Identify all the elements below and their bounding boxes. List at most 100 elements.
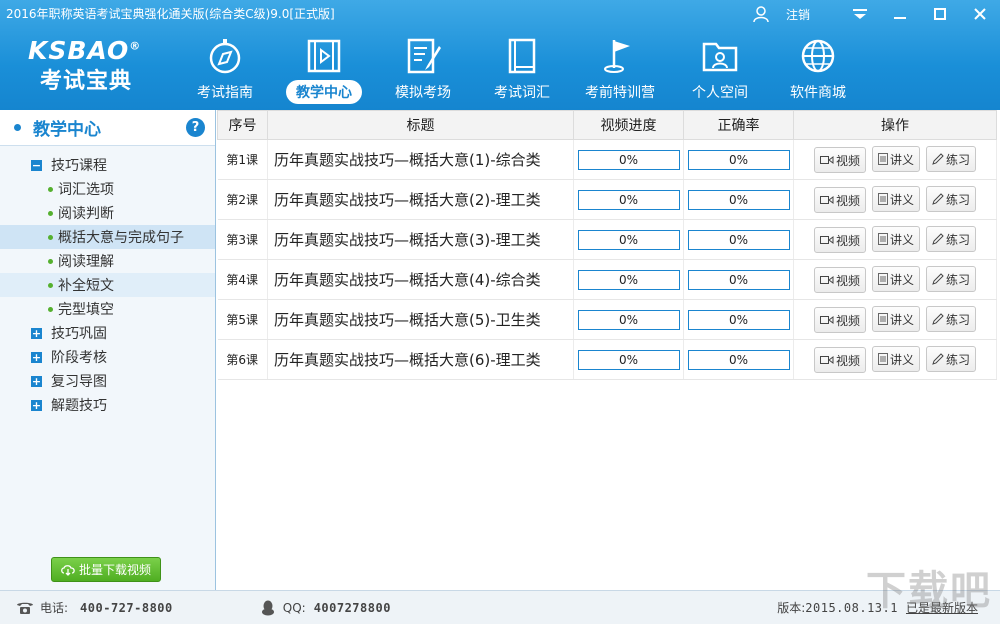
expand-icon[interactable]: + [31, 375, 42, 387]
practice-button[interactable]: 练习 [926, 186, 977, 212]
practice-button[interactable]: 练习 [926, 146, 977, 172]
registered-mark: ® [129, 39, 142, 53]
maximize-button[interactable] [920, 0, 960, 28]
sidebar-group-solving-skills[interactable]: + 解题技巧 [0, 393, 215, 417]
logo-subtitle: 考试宝典 [40, 69, 133, 94]
video-progress-bar: 0% [577, 229, 680, 250]
notes-button[interactable]: 讲义 [871, 266, 920, 292]
video-button[interactable]: 视频 [813, 307, 866, 333]
batch-download-button[interactable]: 批量下载视频 [51, 557, 161, 582]
flag-icon [604, 40, 630, 73]
item-label: 完型填空 [58, 302, 114, 318]
notes-button-label: 讲义 [889, 232, 914, 247]
sidebar-group-skill-courses[interactable]: − 技巧课程 [0, 153, 215, 177]
practice-button-label: 练习 [946, 232, 971, 247]
sidebar-item-reading-judgment[interactable]: 阅读判断 [0, 201, 215, 225]
notes-button[interactable]: 讲义 [871, 346, 920, 372]
notes-button[interactable]: 讲义 [871, 226, 920, 252]
expand-icon[interactable]: + [31, 327, 42, 339]
action-cell: 视频 讲义 练习 [793, 219, 997, 260]
practice-button[interactable]: 练习 [926, 266, 977, 292]
lesson-table-panel: 序号 标题 视频进度 正确率 操作 第1课 历年真题实战技巧—概括大意(1)-综合… [217, 110, 1000, 590]
nav-label: 考前特训营 [585, 85, 655, 101]
expand-icon[interactable]: + [31, 351, 42, 363]
col-header-accuracy: 正确率 [683, 110, 794, 140]
lesson-number: 第4课 [217, 259, 268, 300]
col-header-title: 标题 [267, 110, 574, 140]
user-icon[interactable] [750, 3, 772, 25]
sidebar-header: 教学中心 ? [0, 110, 215, 146]
sidebar-item-cloze[interactable]: 完型填空 [0, 297, 215, 321]
bullet-icon [48, 210, 53, 216]
compass-icon [209, 39, 241, 74]
document-icon [877, 273, 888, 285]
bullet-icon [48, 258, 53, 264]
nav-teaching-center[interactable]: 教学中心 [274, 36, 374, 106]
sidebar-group-stage-assessment[interactable]: + 阶段考核 [0, 345, 215, 369]
table-row: 第3课 历年真题实战技巧—概括大意(3)-理工类 0% 0% 视频 讲义 练习 [217, 219, 997, 260]
nav-mock-exam[interactable]: 模拟考场 [373, 36, 473, 106]
video-button[interactable]: 视频 [813, 147, 866, 173]
sidebar-group-skill-consolidation[interactable]: + 技巧巩固 [0, 321, 215, 345]
practice-button[interactable]: 练习 [926, 226, 977, 252]
minimize-button[interactable] [880, 0, 920, 28]
video-button[interactable]: 视频 [813, 347, 866, 373]
action-cell: 视频 讲义 练习 [793, 339, 997, 380]
expand-icon[interactable]: + [31, 399, 42, 411]
lesson-title[interactable]: 历年真题实战技巧—概括大意(5)-卫生类 [267, 299, 574, 340]
video-button[interactable]: 视频 [813, 227, 866, 253]
menu-dropdown-icon[interactable] [840, 0, 880, 28]
sidebar-item-reading-comprehension[interactable]: 阅读理解 [0, 249, 215, 273]
nav-software-mall[interactable]: 软件商城 [768, 36, 868, 106]
window-controls: 注销 [750, 0, 1000, 28]
sidebar-item-fill-passage[interactable]: 补全短文 [0, 273, 215, 297]
notes-button[interactable]: 讲义 [871, 146, 920, 172]
video-button[interactable]: 视频 [813, 187, 866, 213]
nav-personal-space[interactable]: 个人空间 [670, 36, 770, 106]
qq-number: 4007278800 [313, 600, 391, 615]
lesson-title[interactable]: 历年真题实战技巧—概括大意(2)-理工类 [267, 179, 574, 220]
group-label: 技巧巩固 [51, 326, 107, 342]
pencil-icon [932, 313, 944, 325]
help-icon[interactable]: ? [186, 118, 205, 137]
video-button-label: 视频 [835, 353, 860, 368]
sidebar-item-vocabulary[interactable]: 词汇选项 [0, 177, 215, 201]
nav-label: 模拟考场 [395, 85, 451, 101]
cloud-download-icon [61, 564, 75, 576]
sidebar-item-summarize[interactable]: 概括大意与完成句子 [0, 225, 215, 249]
practice-button-label: 练习 [946, 312, 971, 327]
table-row: 第5课 历年真题实战技巧—概括大意(5)-卫生类 0% 0% 视频 讲义 练习 [217, 299, 997, 340]
table-row: 第6课 历年真题实战技巧—概括大意(6)-理工类 0% 0% 视频 讲义 练习 [217, 339, 997, 380]
video-button-label: 视频 [835, 273, 860, 288]
notes-button[interactable]: 讲义 [871, 186, 920, 212]
practice-button-label: 练习 [946, 272, 971, 287]
collapse-icon[interactable]: − [31, 159, 42, 171]
video-button[interactable]: 视频 [813, 267, 866, 293]
nav-training-camp[interactable]: 考前特训营 [570, 36, 670, 106]
version-label: 版本: [777, 601, 806, 615]
folder-user-icon [702, 42, 738, 72]
nav-label: 软件商城 [790, 85, 846, 101]
nav-exam-guide[interactable]: 考试指南 [175, 36, 275, 106]
logout-link[interactable]: 注销 [786, 6, 810, 23]
lesson-title[interactable]: 历年真题实战技巧—概括大意(6)-理工类 [267, 339, 574, 380]
practice-button[interactable]: 练习 [926, 306, 977, 332]
practice-button[interactable]: 练习 [926, 346, 977, 372]
lesson-title[interactable]: 历年真题实战技巧—概括大意(4)-综合类 [267, 259, 574, 300]
action-cell: 视频 讲义 练习 [793, 299, 997, 340]
bullet-icon [48, 186, 53, 192]
nav-vocabulary[interactable]: 考试词汇 [472, 36, 572, 106]
lesson-title[interactable]: 历年真题实战技巧—概括大意(1)-综合类 [267, 139, 574, 180]
practice-button-label: 练习 [946, 152, 971, 167]
close-button[interactable] [960, 0, 1000, 28]
sidebar-group-review-map[interactable]: + 复习导图 [0, 369, 215, 393]
accuracy-bar: 0% [687, 309, 790, 330]
col-header-actions: 操作 [793, 110, 997, 140]
notes-button[interactable]: 讲义 [871, 306, 920, 332]
lesson-number: 第5课 [217, 299, 268, 340]
bullet-icon [48, 306, 53, 312]
col-header-video-progress: 视频进度 [573, 110, 684, 140]
video-button-label: 视频 [835, 153, 860, 168]
qq-label: QQ: [282, 600, 306, 615]
lesson-title[interactable]: 历年真题实战技巧—概括大意(3)-理工类 [267, 219, 574, 260]
